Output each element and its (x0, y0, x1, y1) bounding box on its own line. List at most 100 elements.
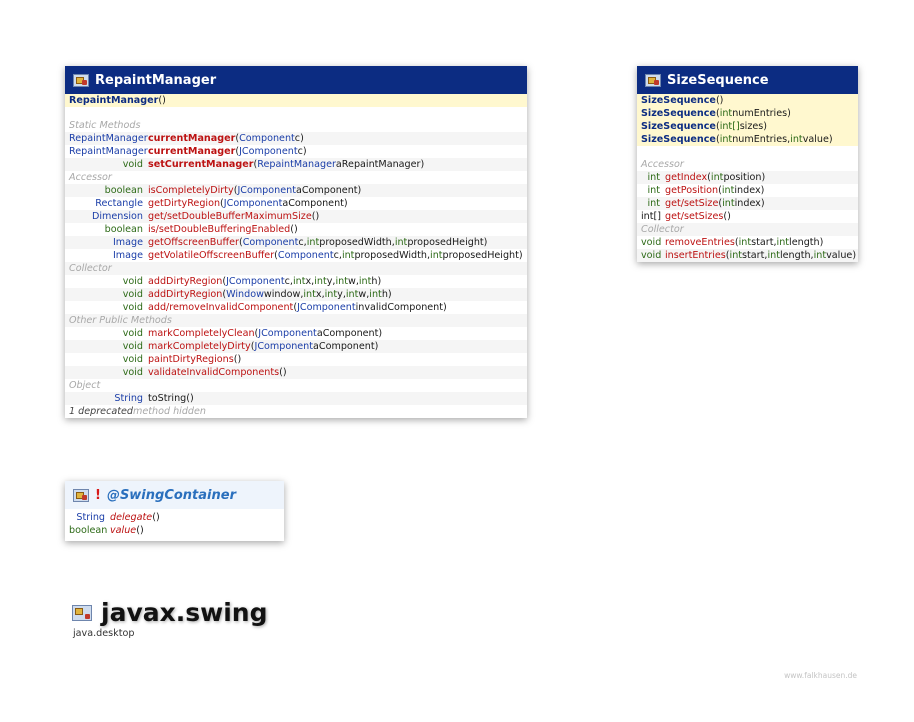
param-text: c) (297, 146, 307, 157)
param-type: int (719, 134, 733, 145)
param-text: aComponent) (313, 341, 379, 352)
method-name: get/setSizes (665, 211, 724, 222)
param-type: Window (226, 289, 264, 300)
param-type: int (738, 237, 752, 248)
method-row: int[] get/setSizes () (637, 210, 858, 223)
param-type: int (341, 250, 355, 261)
member-name: delegate (110, 512, 153, 523)
param-text: proposedWidth, (319, 237, 395, 248)
param-text: index) (734, 198, 765, 209)
constructor-name: SizeSequence (641, 134, 716, 145)
method-name: addDirtyRegion (148, 289, 223, 300)
repaint-manager-title: RepaintManager (95, 72, 217, 88)
constructor-row: SizeSequence (int[] sizes) (637, 120, 858, 133)
annotation-member-row: boolean value () (65, 524, 284, 537)
class-icon (645, 73, 661, 87)
swing-container-header: ! @SwingContainer (65, 481, 284, 509)
return-type: void (122, 302, 143, 313)
section-label: Accessor (69, 172, 112, 183)
return-type: void (122, 289, 143, 300)
method-name: markCompletelyDirty (148, 341, 251, 352)
method-name: add/removeInvalidComponent (148, 302, 294, 313)
param-text: length) (789, 237, 824, 248)
constructor-params: () (158, 95, 166, 106)
method-name: toString (148, 393, 187, 404)
param-text: index) (734, 185, 765, 196)
param-type: int (721, 185, 735, 196)
param-type: JComponent (297, 302, 356, 313)
method-name: insertEntries (665, 250, 726, 261)
param-type: JComponent (239, 146, 298, 157)
param-type: int (345, 289, 359, 300)
return-type: void (122, 159, 143, 170)
package-icon (72, 604, 92, 621)
method-name: getPosition (665, 185, 719, 196)
return-type: int (647, 172, 660, 183)
param-text: () (723, 211, 731, 222)
method-row: void insertEntries (int start, int length… (637, 249, 858, 262)
param-text: proposedWidth, (354, 250, 431, 261)
param-text: value) (802, 134, 833, 145)
size-sequence-constructors: SizeSequence () SizeSequence (int numEntr… (637, 94, 858, 146)
return-type: String (76, 512, 105, 523)
method-row: void addDirtyRegion (Window window, int x… (65, 288, 527, 301)
param-type: JComponent (223, 198, 283, 209)
deprecated-text: method hidden (133, 406, 207, 417)
return-type: RepaintManager (69, 133, 148, 144)
swing-container-members: String delegate () boolean value () (65, 511, 284, 537)
param-text: start, (742, 250, 768, 261)
param-text: () (715, 95, 724, 106)
param-type: int (358, 276, 372, 287)
param-text: () (311, 211, 320, 222)
annotation-icon (73, 488, 89, 502)
deprecated-count: 1 deprecated (69, 406, 133, 417)
constructor-name: SizeSequence (641, 121, 716, 132)
param-type: int (710, 172, 724, 183)
param-type: int (369, 289, 382, 300)
method-row: void addDirtyRegion (JComponent c, int x,… (65, 275, 527, 288)
size-sequence-header: SizeSequence (637, 66, 858, 94)
method-row: Rectangle getDirtyRegion (JComponent aCom… (65, 197, 527, 210)
param-text: () (233, 354, 242, 365)
return-type: Image (112, 250, 143, 261)
method-row: Dimension get/setDoubleBufferMaximumSize … (65, 210, 527, 223)
return-type: Image (112, 237, 143, 248)
method-name: currentManager (148, 146, 236, 157)
param-text: () (186, 393, 194, 404)
method-row: boolean isCompletelyDirty (JComponent aCo… (65, 184, 527, 197)
param-type: int (430, 250, 443, 261)
method-name: is/setDoubleBufferingEnabled (148, 224, 291, 235)
constructor-name: SizeSequence (641, 95, 716, 106)
param-type: int (776, 237, 790, 248)
repaint-manager-members: Static Methods RepaintManager currentManag… (65, 119, 527, 405)
constructor-row: SizeSequence (int numEntries) (637, 107, 858, 120)
return-type: RepaintManager (69, 146, 148, 157)
method-name: currentManager (148, 133, 236, 144)
return-type: void (122, 367, 143, 378)
return-type: void (122, 341, 143, 352)
param-text: aRepaintManager) (335, 159, 425, 170)
param-text: c, (298, 237, 307, 248)
method-name: removeEntries (665, 237, 735, 248)
param-text: c) (294, 133, 304, 144)
method-name: validateInvalidComponents (148, 367, 280, 378)
method-row: void markCompletelyDirty (JComponent aCom… (65, 340, 527, 353)
param-text: aComponent) (316, 328, 383, 339)
method-row: Image getVolatileOffscreenBuffer (Compone… (65, 249, 527, 262)
param-type: int (292, 276, 306, 287)
credit-link[interactable]: www.falkhausen.de (784, 671, 857, 680)
constructor-row: RepaintManager () (65, 94, 527, 107)
param-text: start, (751, 237, 777, 248)
param-text: position) (723, 172, 766, 183)
param-text: () (136, 525, 144, 536)
method-row: boolean is/setDoubleBufferingEnabled () (65, 223, 527, 236)
method-row: int get/setSize (int index) (637, 197, 858, 210)
size-sequence-class-box: SizeSequence SizeSequence () SizeSequence… (637, 66, 858, 262)
param-type: int (306, 237, 320, 248)
section-label: Other Public Methods (65, 314, 527, 327)
swing-container-annotation-box: ! @SwingContainer String delegate () boole… (65, 481, 284, 541)
annotation-marker: ! (95, 487, 101, 503)
return-type: boolean (69, 525, 108, 536)
param-text: window, (263, 289, 304, 300)
